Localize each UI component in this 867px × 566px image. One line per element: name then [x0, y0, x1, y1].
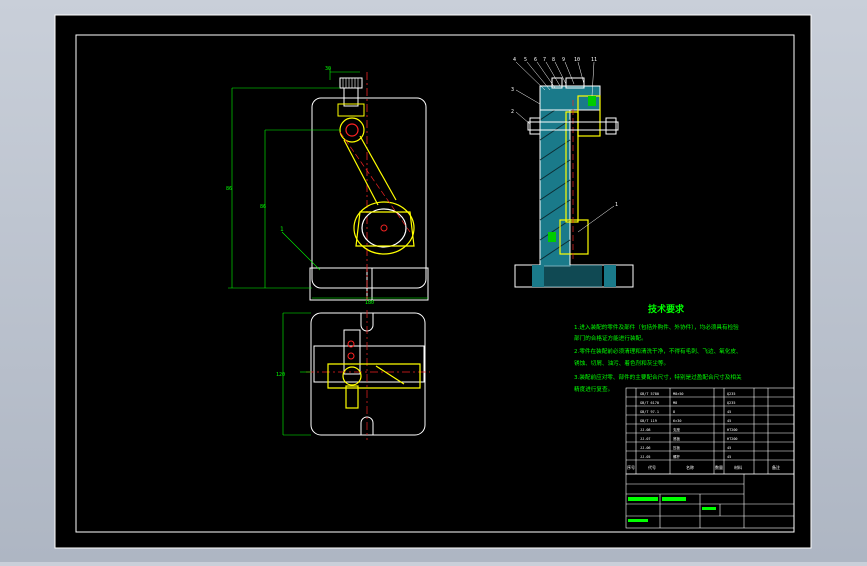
svg-text:45: 45	[727, 455, 731, 459]
svg-text:8: 8	[673, 410, 675, 414]
callout-8: 8	[552, 57, 555, 63]
callout-10: 10	[574, 57, 580, 63]
callout-6: 6	[534, 57, 537, 63]
header-material: 材料	[734, 464, 742, 470]
callout-4: 4	[513, 57, 516, 63]
callout-1: 1	[615, 202, 618, 208]
svg-text:HT200: HT200	[727, 437, 738, 441]
svg-text:45: 45	[727, 410, 731, 414]
svg-text:45: 45	[727, 446, 731, 450]
callout-3: 3	[511, 87, 514, 93]
svg-text:6×30: 6×30	[673, 419, 681, 423]
callout-5: 5	[524, 57, 527, 63]
svg-text:GB/T 119: GB/T 119	[640, 419, 657, 423]
callout-9: 9	[562, 57, 565, 63]
svg-text:GB/T 97.1: GB/T 97.1	[640, 410, 659, 414]
tech-line-5: 3.装配前应对零、部件的主要配合尺寸，特别是过盈配合尺寸及相关	[574, 373, 742, 381]
svg-text:180: 180	[365, 300, 374, 306]
tech-requirements-title: 技术要求	[648, 303, 685, 315]
svg-text:120: 120	[276, 372, 285, 378]
svg-text:86: 86	[260, 204, 266, 210]
svg-text:支座: 支座	[673, 427, 681, 432]
header-code: 代号	[648, 464, 656, 470]
tech-line-2: 部门的合格证方能进行装配。	[574, 334, 647, 342]
callout-7: 7	[543, 57, 546, 63]
svg-text:JJ-05: JJ-05	[640, 455, 651, 459]
svg-text:30: 30	[325, 66, 331, 72]
callout-11: 11	[591, 57, 597, 63]
svg-text:底板: 底板	[673, 436, 681, 441]
svg-text:Q235: Q235	[727, 401, 735, 405]
svg-text:45: 45	[727, 419, 731, 423]
svg-text:86: 86	[226, 186, 232, 192]
front-callout-1: 1	[280, 226, 284, 233]
svg-text:HT200: HT200	[727, 428, 738, 432]
cad-viewport[interactable]: 86 86 180 30 1 120 4 5 6 7 8 9 10 11 3 2…	[0, 0, 867, 562]
svg-text:螺杆: 螺杆	[673, 454, 681, 459]
callout-2: 2	[511, 109, 514, 115]
svg-text:JJ-06: JJ-06	[640, 446, 651, 450]
drawing-sheet	[54, 14, 812, 549]
svg-text:Q235: Q235	[727, 392, 735, 396]
header-name: 名称	[686, 464, 694, 470]
svg-text:JJ-08: JJ-08	[640, 428, 651, 432]
header-note: 备注	[772, 464, 780, 470]
tech-line-4: 锈蚀、切屑、油污、着色剂和灰尘等。	[574, 359, 669, 367]
svg-text:M8: M8	[673, 401, 677, 405]
tech-line-3: 2.零件在装配前必须清理和清洗干净，不得有毛刺、飞边、氧化皮、	[574, 347, 742, 355]
tech-line-6: 精度进行复查。	[574, 385, 613, 393]
header-qty: 数量	[715, 464, 723, 470]
svg-text:压板: 压板	[673, 445, 681, 450]
svg-text:M8×50: M8×50	[673, 392, 684, 396]
svg-text:GB/T 6170: GB/T 6170	[640, 401, 659, 405]
svg-text:JJ-07: JJ-07	[640, 437, 651, 441]
svg-text:GB/T 5780: GB/T 5780	[640, 392, 659, 396]
tech-line-1: 1.进入装配的零件及部件（包括外购件、外协件），均必须具有检验	[574, 323, 739, 331]
header-seq: 序号	[627, 464, 635, 470]
